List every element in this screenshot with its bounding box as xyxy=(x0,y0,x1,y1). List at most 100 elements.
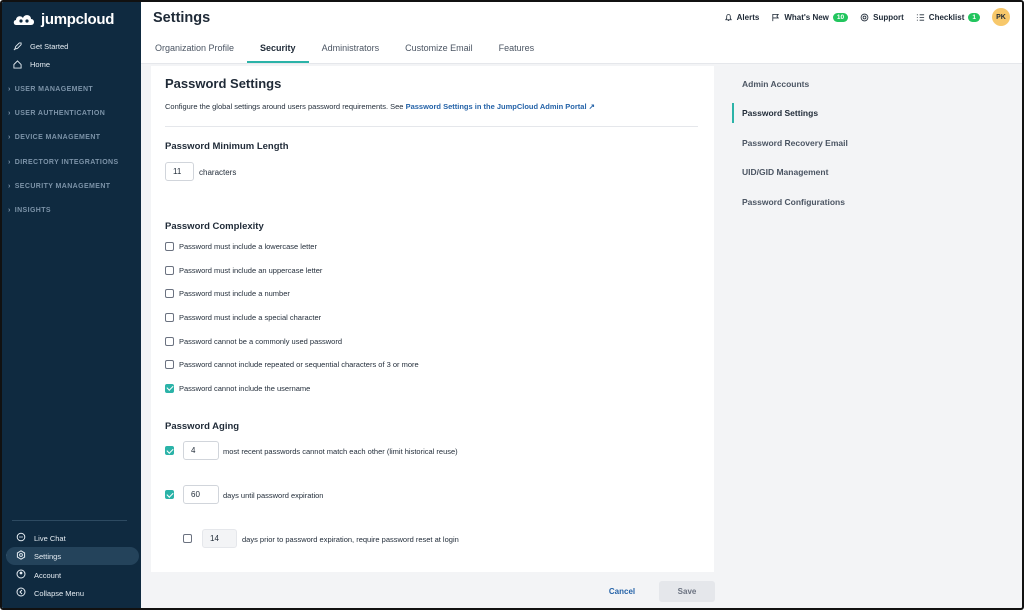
checklist-badge: 1 xyxy=(968,12,980,22)
sidebar-divider xyxy=(12,520,127,521)
history-input[interactable]: 4 xyxy=(183,441,219,460)
sidebar-section-label: DEVICE MANAGEMENT xyxy=(14,133,101,141)
account-icon xyxy=(16,569,26,581)
reset-prior-checkbox[interactable] xyxy=(183,534,192,543)
option-label: Password must include an uppercase lette… xyxy=(179,265,323,275)
reset-prior-input[interactable]: 14 xyxy=(202,529,237,548)
checkbox[interactable] xyxy=(165,265,174,275)
section-description: Configure the global settings around use… xyxy=(165,102,595,111)
tab-features[interactable]: Features xyxy=(486,43,548,63)
sidebar-section-label: SECURITY MANAGEMENT xyxy=(14,182,111,190)
tab-customize-email[interactable]: Customize Email xyxy=(392,43,486,63)
support-label: Support xyxy=(873,12,904,22)
sidebar-section-label: USER MANAGEMENT xyxy=(14,85,94,93)
sidebar-item-collapse-menu[interactable]: Collapse Menu xyxy=(6,584,139,602)
chevron-right-icon: › xyxy=(8,158,11,166)
flag-icon xyxy=(772,13,780,21)
sidebar-item-label: Account xyxy=(34,570,62,580)
complexity-option-uppercase[interactable]: Password must include an uppercase lette… xyxy=(165,264,322,276)
support-icon xyxy=(860,13,869,21)
chevron-right-icon: › xyxy=(8,133,11,141)
sidebar-item-live-chat[interactable]: Live Chat xyxy=(6,529,139,547)
sidebar-section-directory-integrations[interactable]: › DIRECTORY INTEGRATIONS xyxy=(8,155,119,169)
checkbox[interactable] xyxy=(165,288,174,298)
checkbox[interactable] xyxy=(165,312,174,322)
brand-logo[interactable]: jumpcloud xyxy=(12,10,114,28)
support-link[interactable]: Support xyxy=(860,13,904,22)
admin-portal-link[interactable]: Password Settings in the JumpCloud Admin… xyxy=(406,102,595,111)
min-length-title: Password Minimum Length xyxy=(165,141,289,152)
complexity-option-username[interactable]: Password cannot include the username xyxy=(165,382,310,394)
option-label: Password must include a lowercase letter xyxy=(179,241,317,251)
complexity-option-common[interactable]: Password cannot be a commonly used passw… xyxy=(165,335,342,347)
option-label: Password cannot include the username xyxy=(179,383,311,393)
checklist-link[interactable]: Checklist 1 xyxy=(916,12,980,22)
sidebar-item-get-started[interactable]: Get Started xyxy=(12,38,68,54)
option-label: Password must include a number xyxy=(179,288,290,298)
checkbox[interactable] xyxy=(165,336,174,346)
sidebar-section-device-management[interactable]: › DEVICE MANAGEMENT xyxy=(8,130,100,144)
cancel-button[interactable]: Cancel xyxy=(596,582,648,601)
save-button[interactable]: Save xyxy=(659,581,715,602)
sidebar-section-label: USER AUTHENTICATION xyxy=(14,109,106,117)
sidebar-item-label: Collapse Menu xyxy=(34,588,85,598)
tab-administrators[interactable]: Administrators xyxy=(309,43,393,63)
checkbox-checked[interactable] xyxy=(165,383,174,393)
complexity-option-special[interactable]: Password must include a special characte… xyxy=(165,311,321,323)
history-checkbox[interactable] xyxy=(165,446,174,455)
right-nav-admin-accounts[interactable]: Admin Accounts xyxy=(732,74,982,94)
description-text: Configure the global settings around use… xyxy=(165,102,406,111)
sidebar-section-security-management[interactable]: › SECURITY MANAGEMENT xyxy=(8,179,111,193)
gear-icon xyxy=(16,550,26,562)
right-nav-password-configurations[interactable]: Password Configurations xyxy=(732,192,982,212)
avatar[interactable]: PK xyxy=(992,8,1010,26)
settings-tabs: Organization Profile Security Administra… xyxy=(155,43,547,63)
min-length-input[interactable]: 11 xyxy=(165,162,194,181)
whats-new-badge: 10 xyxy=(832,12,849,22)
chat-icon xyxy=(16,532,26,544)
option-label: Password must include a special characte… xyxy=(179,312,322,322)
page-header: Settings Alerts What's New 10 Support Ch… xyxy=(141,2,1022,64)
sidebar-section-user-authentication[interactable]: › USER AUTHENTICATION xyxy=(8,106,105,120)
sidebar-item-label: Live Chat xyxy=(34,533,66,543)
option-label: Password cannot include repeated or sequ… xyxy=(179,359,419,369)
alerts-link[interactable]: Alerts xyxy=(724,12,760,22)
sidebar-section-user-management[interactable]: › USER MANAGEMENT xyxy=(8,82,93,96)
complexity-option-number[interactable]: Password must include a number xyxy=(165,287,290,299)
brand-name: jumpcloud xyxy=(41,10,115,28)
whats-new-label: What's New xyxy=(784,12,829,22)
chevron-right-icon: › xyxy=(8,85,11,93)
header-actions: Alerts What's New 10 Support Checklist 1… xyxy=(724,8,1010,26)
tab-security[interactable]: Security xyxy=(247,43,309,63)
right-nav-password-settings[interactable]: Password Settings xyxy=(732,103,982,123)
expiration-checkbox[interactable] xyxy=(165,490,174,499)
password-settings-card: Password Settings Configure the global s… xyxy=(151,66,714,572)
aging-title: Password Aging xyxy=(165,421,240,432)
expiration-input[interactable]: 60 xyxy=(183,485,219,504)
right-nav-password-recovery-email[interactable]: Password Recovery Email xyxy=(732,133,982,153)
sidebar-section-label: INSIGHTS xyxy=(14,206,51,214)
tab-organization-profile[interactable]: Organization Profile xyxy=(155,43,247,63)
sidebar-item-label: Home xyxy=(30,59,51,69)
bell-icon xyxy=(724,13,732,21)
checkbox[interactable] xyxy=(165,359,174,369)
sidebar-section-label: DIRECTORY INTEGRATIONS xyxy=(14,158,119,166)
checkbox[interactable] xyxy=(165,241,174,251)
alerts-label: Alerts xyxy=(736,12,760,22)
sidebar-item-label: Settings xyxy=(34,551,62,561)
complexity-option-lowercase[interactable]: Password must include a lowercase letter xyxy=(165,240,317,252)
sidebar-item-settings[interactable]: Settings xyxy=(6,547,139,565)
complexity-option-sequential[interactable]: Password cannot include repeated or sequ… xyxy=(165,358,419,370)
sidebar-item-account[interactable]: Account xyxy=(6,566,139,584)
section-title: Password Settings xyxy=(165,76,282,91)
min-length-unit: characters xyxy=(199,168,237,177)
sidebar-section-insights[interactable]: › INSIGHTS xyxy=(8,203,51,217)
collapse-icon xyxy=(16,587,26,599)
app-window: jumpcloud Get Started Home › USER MANAGE… xyxy=(0,0,1024,610)
checklist-label: Checklist xyxy=(928,12,965,22)
sidebar-item-home[interactable]: Home xyxy=(12,56,50,72)
chevron-right-icon: › xyxy=(8,206,11,214)
cloud-logo-icon xyxy=(13,15,34,25)
right-nav-uid-gid-management[interactable]: UID/GID Management xyxy=(732,162,982,182)
whats-new-link[interactable]: What's New 10 xyxy=(771,12,849,22)
